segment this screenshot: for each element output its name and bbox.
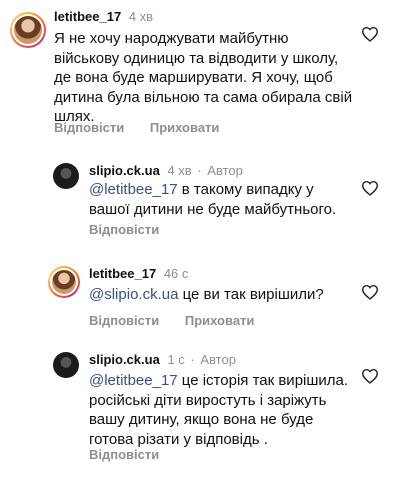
author-label: Автор xyxy=(207,163,243,178)
comment-text: @letitbee_17 це історія так вирішила. ро… xyxy=(89,371,351,449)
avatar[interactable] xyxy=(48,266,80,298)
comment-text: Я не хочу народжувати майбутню військову… xyxy=(54,30,353,125)
reply-button[interactable]: Відповісти xyxy=(89,313,159,328)
mention-link[interactable]: @letitbee_17 xyxy=(89,372,178,389)
avatar[interactable] xyxy=(53,163,79,189)
timestamp: 1 с xyxy=(167,352,185,367)
timestamp: 4 хв xyxy=(167,163,192,178)
timestamp: 4 хв xyxy=(128,9,154,24)
mention-link[interactable]: @letitbee_17 xyxy=(89,181,178,198)
reply-button[interactable]: Відповісти xyxy=(89,447,159,462)
comment-text: @letitbee_17 в такому випадку у вашої ди… xyxy=(89,180,349,219)
reply-button[interactable]: Відповісти xyxy=(89,222,159,237)
heart-icon[interactable] xyxy=(361,368,379,384)
heart-icon[interactable] xyxy=(361,284,379,300)
timestamp: 46 с xyxy=(163,266,189,281)
username[interactable]: slipio.ck.ua xyxy=(89,352,160,367)
comment-text-body: це ви так вирішили? xyxy=(178,286,324,303)
hide-button[interactable]: Приховати xyxy=(185,313,255,328)
comment-text: @slipio.ck.ua це ви так вирішили? xyxy=(89,285,359,305)
avatar[interactable] xyxy=(10,12,46,48)
username[interactable]: slipio.ck.ua xyxy=(89,163,160,178)
heart-icon[interactable] xyxy=(361,180,379,196)
avatar[interactable] xyxy=(53,352,79,378)
heart-icon[interactable] xyxy=(361,26,379,42)
separator: · xyxy=(190,352,195,367)
username[interactable]: letitbee_17 xyxy=(54,9,121,24)
username[interactable]: letitbee_17 xyxy=(89,266,156,281)
separator: · xyxy=(197,163,202,178)
hide-button[interactable]: Приховати xyxy=(150,120,220,135)
author-label: Автор xyxy=(200,352,236,367)
reply-button[interactable]: Відповісти xyxy=(54,120,124,135)
mention-link[interactable]: @slipio.ck.ua xyxy=(89,286,178,303)
